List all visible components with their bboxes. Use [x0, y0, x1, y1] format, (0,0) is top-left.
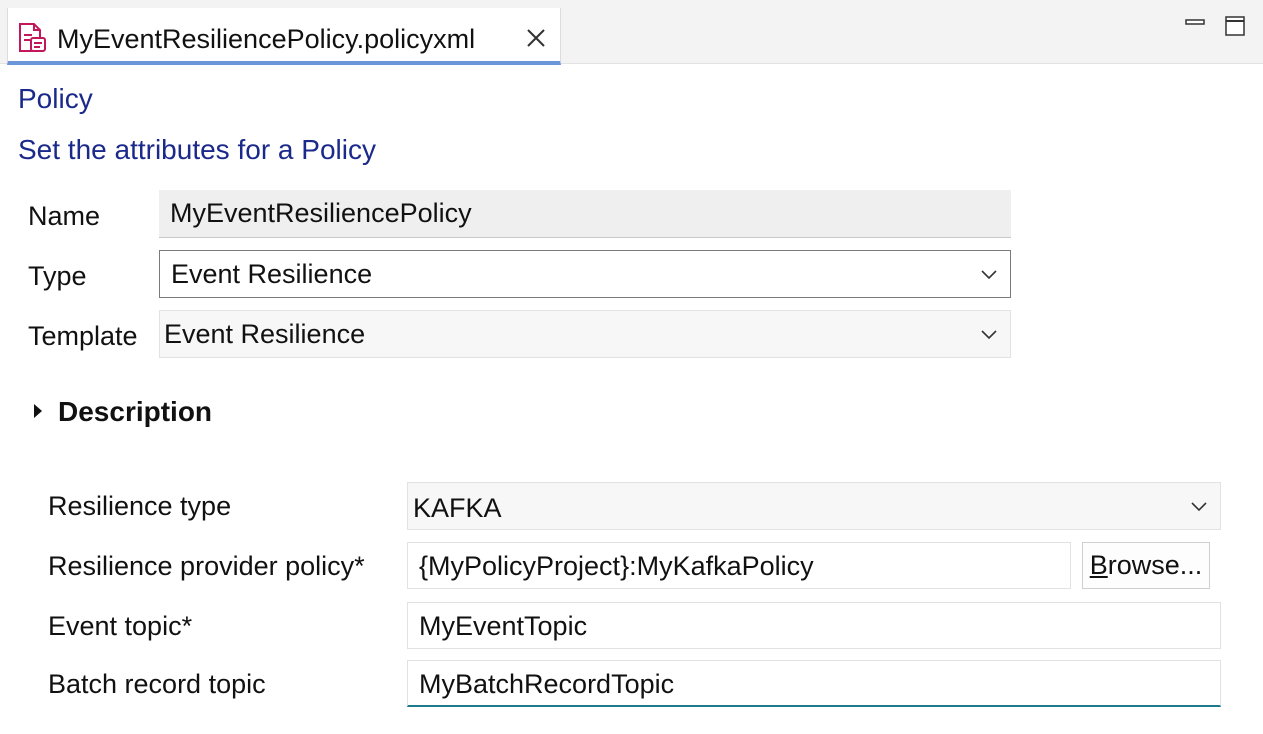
name-field: MyEventResiliencePolicy	[159, 190, 1011, 238]
policy-file-icon	[19, 23, 46, 52]
resilience-type-select[interactable]: KAFKA	[407, 482, 1221, 530]
event-topic-value: MyEventTopic	[419, 611, 588, 641]
template-select[interactable]: Event Resilience	[159, 310, 1011, 358]
browse-label: rowse...	[1107, 550, 1203, 580]
name-value: MyEventResiliencePolicy	[170, 198, 472, 228]
type-label: Type	[28, 261, 87, 291]
template-value: Event Resilience	[164, 319, 366, 349]
browse-button[interactable]: Browse...	[1082, 542, 1210, 589]
name-label: Name	[28, 201, 101, 231]
chevron-down-icon	[981, 270, 997, 280]
close-icon[interactable]	[523, 24, 549, 52]
batch-topic-label: Batch record topic	[48, 669, 266, 699]
maximize-icon[interactable]	[1224, 15, 1246, 37]
batch-topic-value: MyBatchRecordTopic	[419, 669, 675, 699]
description-section-toggle[interactable]: Description	[58, 395, 212, 429]
page-subtitle: Set the attributes for a Policy	[18, 134, 376, 165]
type-select[interactable]: Event Resilience	[159, 250, 1011, 298]
minimize-icon[interactable]	[1184, 15, 1206, 31]
resilience-type-value: KAFKA	[413, 493, 502, 523]
provider-policy-value: {MyPolicyProject}:MyKafkaPolicy	[419, 551, 814, 581]
page-title: Policy	[18, 83, 93, 114]
batch-topic-input[interactable]: MyBatchRecordTopic	[407, 660, 1221, 707]
provider-policy-label: Resilience provider policy*	[48, 551, 365, 581]
expand-triangle-icon[interactable]	[33, 403, 43, 419]
chevron-down-icon	[1191, 502, 1207, 512]
tab-title: MyEventResiliencePolicy.policyxml	[57, 24, 476, 54]
provider-policy-input[interactable]: {MyPolicyProject}:MyKafkaPolicy	[407, 542, 1071, 589]
chevron-down-icon	[981, 330, 997, 340]
browse-mnemonic: B	[1089, 550, 1108, 580]
type-value: Event Resilience	[171, 259, 373, 289]
editor-tab[interactable]: MyEventResiliencePolicy.policyxml	[7, 8, 561, 65]
event-topic-label: Event topic*	[48, 611, 193, 641]
template-label: Template	[28, 321, 138, 351]
editor-tab-bar: MyEventResiliencePolicy.policyxml	[0, 0, 1263, 65]
resilience-type-label: Resilience type	[48, 491, 232, 521]
event-topic-input[interactable]: MyEventTopic	[407, 602, 1221, 649]
